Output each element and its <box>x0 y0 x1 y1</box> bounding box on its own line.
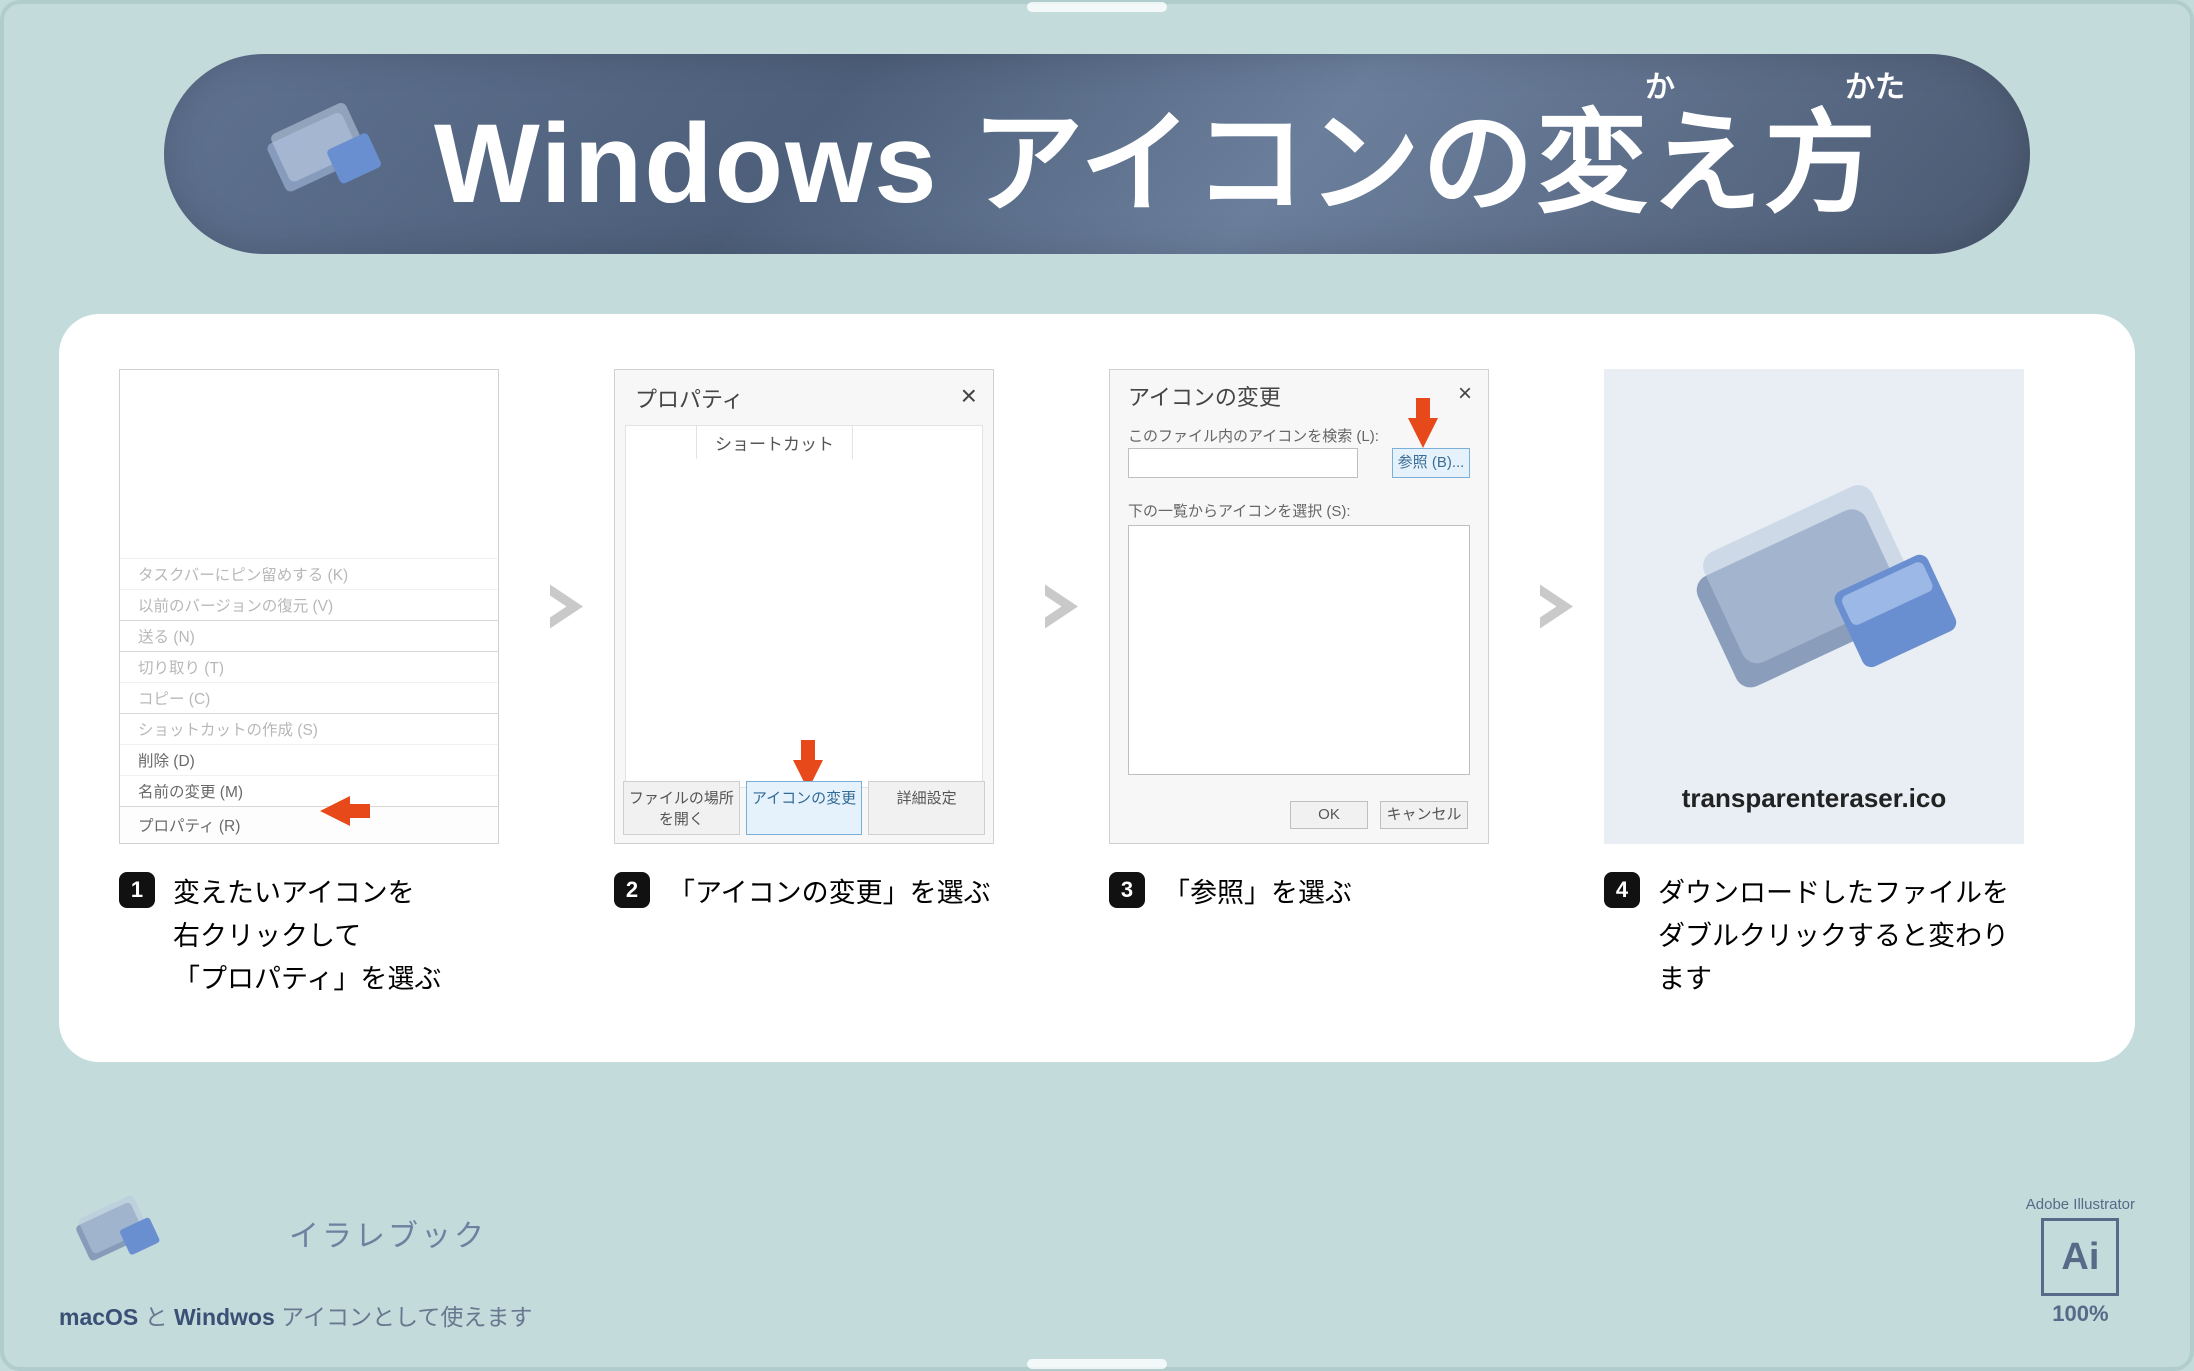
ctx-send[interactable]: 送る (N) <box>120 620 498 651</box>
chevron-right-icon <box>1034 579 1089 634</box>
arrow-next-3 <box>1529 369 1584 844</box>
step-4: transparenteraser.ico 4 ダウンロードしたファイルを ダブ… <box>1604 369 2034 1002</box>
step1-caption: 1 変えたいアイコンを 右クリックして 「プロパティ」を選ぶ <box>119 872 519 1002</box>
step3-panel: アイコンの変更 × このファイル内のアイコンを検索 (L): 参照 (B)...… <box>1109 369 1489 844</box>
ai-badge: Adobe Illustrator Ai 100% <box>2026 1196 2135 1327</box>
list-label: 下の一覧からアイコンを選択 (S): <box>1128 500 1351 521</box>
ai-badge-label: Adobe Illustrator <box>2026 1196 2135 1213</box>
step1-panel: タスクバーにピン留めする (K) 以前のバージョンの復元 (V) 送る (N) … <box>119 369 499 844</box>
footnote: macOS と Windwos アイコンとして使えます <box>59 1298 532 1332</box>
icon-list[interactable] <box>1128 525 1470 775</box>
open-location-button[interactable]: ファイルの場所を開く <box>623 781 740 835</box>
shortcut-tab[interactable]: ショートカット <box>696 425 853 459</box>
ai-badge-pct: 100% <box>2026 1301 2135 1327</box>
step3-num: 3 <box>1109 872 1145 908</box>
hero-banner: Windows アイコンの変え方 か かた <box>164 54 2030 254</box>
step1-num: 1 <box>119 872 155 908</box>
footnote-suffix: アイコンとして使えます <box>275 1304 533 1330</box>
step2-num: 2 <box>614 872 650 908</box>
properties-body: ショートカット <box>625 425 983 788</box>
step2-panel: プロパティ × ショートカット ファイルの場所を開く アイコンの変更 詳細設定 <box>614 369 994 844</box>
brand-name: イラレブック <box>289 1211 487 1255</box>
window-handle-top <box>1027 2 1167 12</box>
step1-text: 変えたいアイコンを 右クリックして 「プロパティ」を選ぶ <box>173 872 441 1002</box>
context-menu: タスクバーにピン留めする (K) 以前のバージョンの復元 (V) 送る (N) … <box>120 558 498 843</box>
step-2: プロパティ × ショートカット ファイルの場所を開く アイコンの変更 詳細設定 … <box>614 369 1014 915</box>
properties-buttons: ファイルの場所を開く アイコンの変更 詳細設定 <box>623 781 985 835</box>
chevron-right-icon <box>539 579 594 634</box>
ctx-cut[interactable]: 切り取り (T) <box>120 651 498 682</box>
cancel-button[interactable]: キャンセル <box>1380 801 1468 829</box>
footnote-macos: macOS <box>59 1304 138 1330</box>
chevron-right-icon <box>1529 579 1584 634</box>
furigana-ka: か <box>1645 62 1675 106</box>
step4-panel: transparenteraser.ico <box>1604 369 2024 844</box>
step4-caption: 4 ダウンロードしたファイルを ダブルクリックすると変わります <box>1604 872 2034 1002</box>
change-icon-title: アイコンの変更 <box>1128 380 1281 412</box>
window-handle-bottom <box>1027 1359 1167 1369</box>
properties-title: プロパティ <box>635 382 744 414</box>
red-arrow-icon <box>1398 398 1448 453</box>
footer-row: イラレブック <box>59 1178 532 1288</box>
eraser-icon <box>1654 443 1974 763</box>
step-3: アイコンの変更 × このファイル内のアイコンを検索 (L): 参照 (B)...… <box>1109 369 1509 915</box>
red-arrow-icon <box>320 786 370 841</box>
footnote-mid: と <box>138 1304 174 1330</box>
steps-card: タスクバーにピン留めする (K) 以前のバージョンの復元 (V) 送る (N) … <box>59 314 2135 1062</box>
step-1: タスクバーにピン留めする (K) 以前のバージョンの復元 (V) 送る (N) … <box>119 369 519 1002</box>
eraser-icon <box>244 79 394 229</box>
ctx-copy[interactable]: コピー (C) <box>120 682 498 713</box>
close-icon[interactable]: × <box>1458 380 1472 408</box>
change-icon-button[interactable]: アイコンの変更 <box>746 781 863 835</box>
search-label: このファイル内のアイコンを検索 (L): <box>1128 425 1379 446</box>
ok-button[interactable]: OK <box>1290 801 1368 829</box>
ctx-rename[interactable]: 名前の変更 (M) <box>120 775 498 806</box>
icon-filename: transparenteraser.ico <box>1682 783 1946 814</box>
step4-num: 4 <box>1604 872 1640 908</box>
step3-caption: 3 「参照」を選ぶ <box>1109 872 1509 915</box>
ctx-pin[interactable]: タスクバーにピン留めする (K) <box>120 558 498 589</box>
ctx-delete[interactable]: 削除 (D) <box>120 744 498 775</box>
ctx-shortcut[interactable]: ショットカットの作成 (S) <box>120 713 498 744</box>
footer: イラレブック macOS と Windwos アイコンとして使えます <box>59 1178 532 1332</box>
step4-text: ダウンロードしたファイルを ダブルクリックすると変わります <box>1658 872 2034 1002</box>
advanced-button[interactable]: 詳細設定 <box>868 781 985 835</box>
step3-text: 「参照」を選ぶ <box>1163 872 1352 915</box>
step2-text: 「アイコンの変更」を選ぶ <box>668 872 991 915</box>
step2-caption: 2 「アイコンの変更」を選ぶ <box>614 872 1014 915</box>
ctx-properties[interactable]: プロパティ (R) <box>120 806 498 843</box>
footnote-windows: Windwos <box>174 1304 275 1330</box>
icon-path-input[interactable] <box>1128 448 1358 478</box>
arrow-next-2 <box>1034 369 1089 844</box>
ai-badge-box: Ai <box>2041 1218 2119 1296</box>
close-icon[interactable]: × <box>961 380 977 412</box>
eraser-icon <box>59 1178 169 1288</box>
ctx-restore[interactable]: 以前のバージョンの復元 (V) <box>120 589 498 620</box>
furigana-kata: かた <box>1845 62 1905 106</box>
arrow-next-1 <box>539 369 594 844</box>
